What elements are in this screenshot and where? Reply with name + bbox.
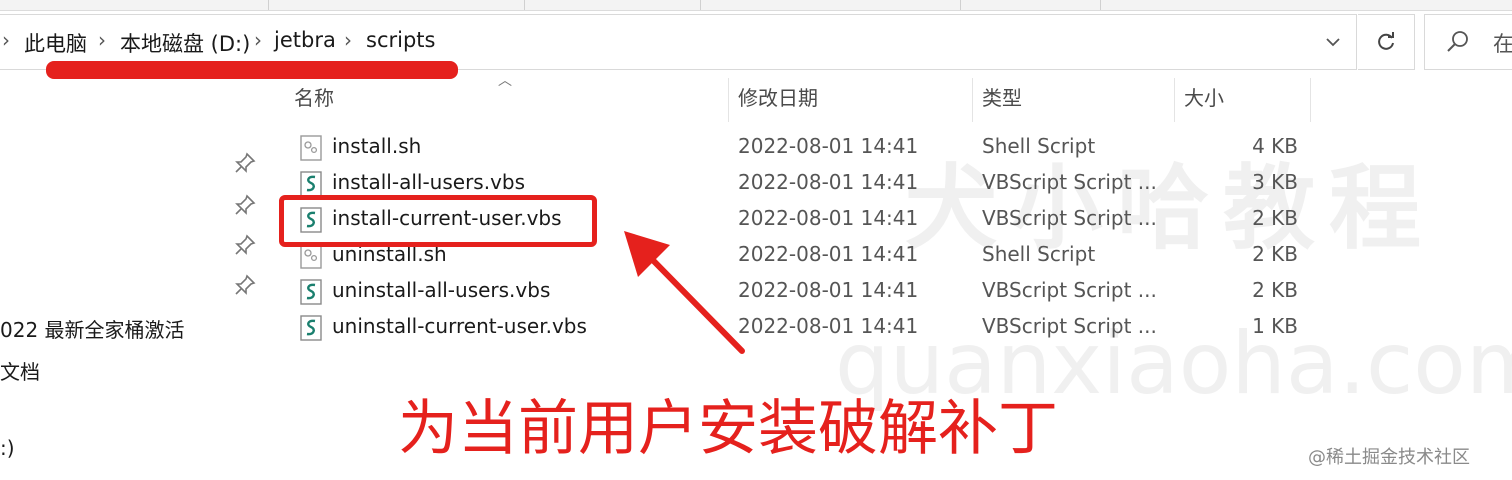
file-modified: 2022-08-01 14:41 (738, 206, 919, 230)
column-header-modified[interactable]: 修改日期 (738, 84, 818, 124)
file-modified: 2022-08-01 14:41 (738, 242, 919, 266)
breadcrumb-local-disk-d[interactable]: 本地磁盘 (D:) (120, 28, 250, 58)
file-name: install.sh (332, 134, 422, 158)
vbscript-icon (300, 279, 322, 305)
file-size: 2 KB (1252, 206, 1298, 230)
file-size: 4 KB (1252, 134, 1298, 158)
annotation-arrow (624, 231, 745, 354)
search-icon (1447, 31, 1468, 52)
file-modified: 2022-08-01 14:41 (738, 314, 919, 338)
file-modified: 2022-08-01 14:41 (738, 170, 919, 194)
file-row[interactable]: uninstall-current-user.vbs 2022-08-01 14… (290, 310, 1310, 346)
file-type: Shell Script (982, 242, 1096, 266)
breadcrumb-chevron-icon: › (2, 28, 10, 52)
file-size: 1 KB (1252, 314, 1298, 338)
breadcrumb-chevron-icon[interactable]: › (254, 28, 262, 52)
file-row[interactable]: uninstall-all-users.vbs 2022-08-01 14:41… (290, 274, 1310, 310)
breadcrumb-jetbra[interactable]: jetbra (274, 28, 336, 52)
vbscript-icon (300, 315, 322, 341)
site-watermark: @稀土掘金技术社区 (1308, 447, 1470, 468)
annotation-text: 为当前用户安装破解补丁 (398, 394, 1058, 464)
breadcrumb-scripts[interactable]: scripts (366, 28, 435, 52)
refresh-button[interactable] (1358, 14, 1415, 70)
file-type: VBScript Script ... (982, 206, 1157, 230)
pin-icon[interactable] (234, 274, 256, 296)
breadcrumb-this-pc[interactable]: 此电脑 (24, 28, 87, 58)
sort-ascending-icon: ︿ (498, 73, 512, 89)
shell-script-icon (300, 135, 322, 161)
column-divider[interactable] (972, 78, 973, 122)
column-header-name[interactable]: 名称 (294, 84, 334, 124)
column-divider[interactable] (1174, 78, 1175, 122)
file-name: install-all-users.vbs (332, 170, 526, 194)
file-size: 3 KB (1252, 170, 1298, 194)
breadcrumb-chevron-icon[interactable]: › (98, 28, 106, 52)
file-type: VBScript Script ... (982, 170, 1157, 194)
file-type: Shell Script (982, 134, 1096, 158)
pin-icon[interactable] (234, 194, 256, 216)
column-header-size[interactable]: 大小 (1184, 84, 1224, 124)
address-history-chevron-down-icon[interactable] (1318, 23, 1348, 61)
refresh-icon (1378, 32, 1394, 50)
file-type: VBScript Script ... (982, 314, 1157, 338)
search-input[interactable]: 在 (1424, 14, 1512, 70)
sidebar-item-jetbrains-folder[interactable]: 022 最新全家桶激活 (0, 314, 185, 343)
sidebar-item-documents[interactable]: 文档 (0, 356, 40, 385)
column-header-type[interactable]: 类型 (982, 84, 1022, 124)
file-name: uninstall-all-users.vbs (332, 278, 551, 302)
sidebar-item-drive[interactable]: :) (0, 436, 15, 460)
file-row[interactable]: install.sh 2022-08-01 14:41 Shell Script… (290, 130, 1310, 166)
ribbon-strip (0, 0, 1512, 11)
file-size: 2 KB (1252, 242, 1298, 266)
column-divider[interactable] (1310, 78, 1311, 122)
pin-icon[interactable] (234, 234, 256, 256)
file-type: VBScript Script ... (982, 278, 1157, 302)
annotation-highlight-box (279, 195, 597, 247)
pin-icon[interactable] (234, 152, 256, 174)
annotation-underline (46, 61, 458, 79)
search-placeholder: 在 (1493, 32, 1512, 56)
vbscript-icon (300, 171, 322, 197)
navigation-pane: 022 最新全家桶激活 文档 :) (0, 78, 270, 480)
file-modified: 2022-08-01 14:41 (738, 134, 919, 158)
file-name: uninstall-current-user.vbs (332, 314, 587, 338)
column-divider[interactable] (728, 78, 729, 122)
file-modified: 2022-08-01 14:41 (738, 278, 919, 302)
file-size: 2 KB (1252, 278, 1298, 302)
breadcrumb-chevron-icon[interactable]: › (344, 28, 352, 52)
